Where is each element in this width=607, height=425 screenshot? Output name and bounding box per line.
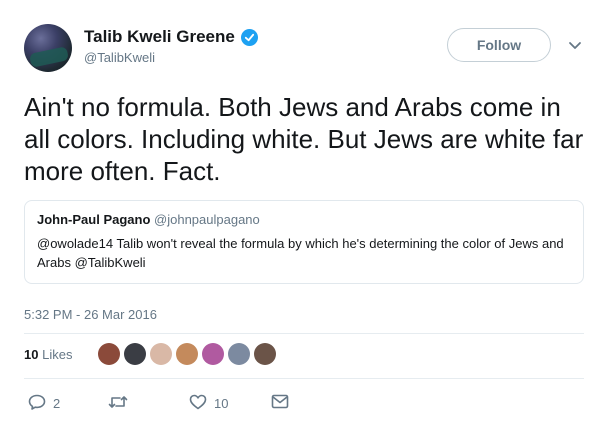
heart-icon [189, 394, 207, 413]
follow-button[interactable]: Follow [447, 28, 551, 62]
chevron-down-icon[interactable] [568, 38, 582, 56]
liker-avatar[interactable] [176, 343, 198, 365]
like-count: 10 [214, 396, 229, 411]
author-name-row[interactable]: Talib Kweli Greene [84, 27, 258, 47]
likes-count: 10 [24, 347, 39, 362]
liker-avatar[interactable] [228, 343, 250, 365]
liker-avatar[interactable] [124, 343, 146, 365]
quoted-author: John-Paul Pagano @johnpaulpagano [37, 212, 260, 227]
envelope-icon [271, 394, 289, 412]
divider [24, 378, 584, 379]
likes-summary[interactable]: 10 Likes [24, 347, 72, 362]
verified-badge-icon [240, 28, 258, 46]
tweet-timestamp[interactable]: 5:32 PM - 26 Mar 2016 [24, 307, 157, 322]
quoted-tweet-text: @owolade14 Talib won't reveal the formul… [37, 236, 564, 270]
retweet-icon [108, 394, 128, 413]
liker-avatar[interactable] [202, 343, 224, 365]
reply-button[interactable]: 2 [28, 394, 60, 413]
author-handle[interactable]: @TalibKweli [84, 50, 155, 65]
quoted-author-handle: @johnpaulpagano [154, 212, 260, 227]
message-button[interactable] [271, 394, 289, 412]
quoted-author-name: John-Paul Pagano [37, 212, 151, 227]
liker-avatar[interactable] [254, 343, 276, 365]
retweet-button[interactable] [108, 394, 135, 413]
likes-label: Likes [42, 347, 73, 362]
divider [24, 333, 584, 334]
liker-avatars [98, 343, 276, 365]
reply-icon [28, 394, 46, 413]
tweet-text: Ain't no formula. Both Jews and Arabs co… [24, 92, 584, 186]
liker-avatar[interactable] [150, 343, 172, 365]
reply-count: 2 [53, 396, 61, 411]
quoted-tweet[interactable]: John-Paul Pagano @johnpaulpagano @owolad… [24, 200, 584, 284]
author-avatar[interactable] [24, 24, 72, 72]
like-button[interactable]: 10 [189, 394, 228, 413]
liker-avatar[interactable] [98, 343, 120, 365]
author-name[interactable]: Talib Kweli Greene [84, 27, 235, 47]
